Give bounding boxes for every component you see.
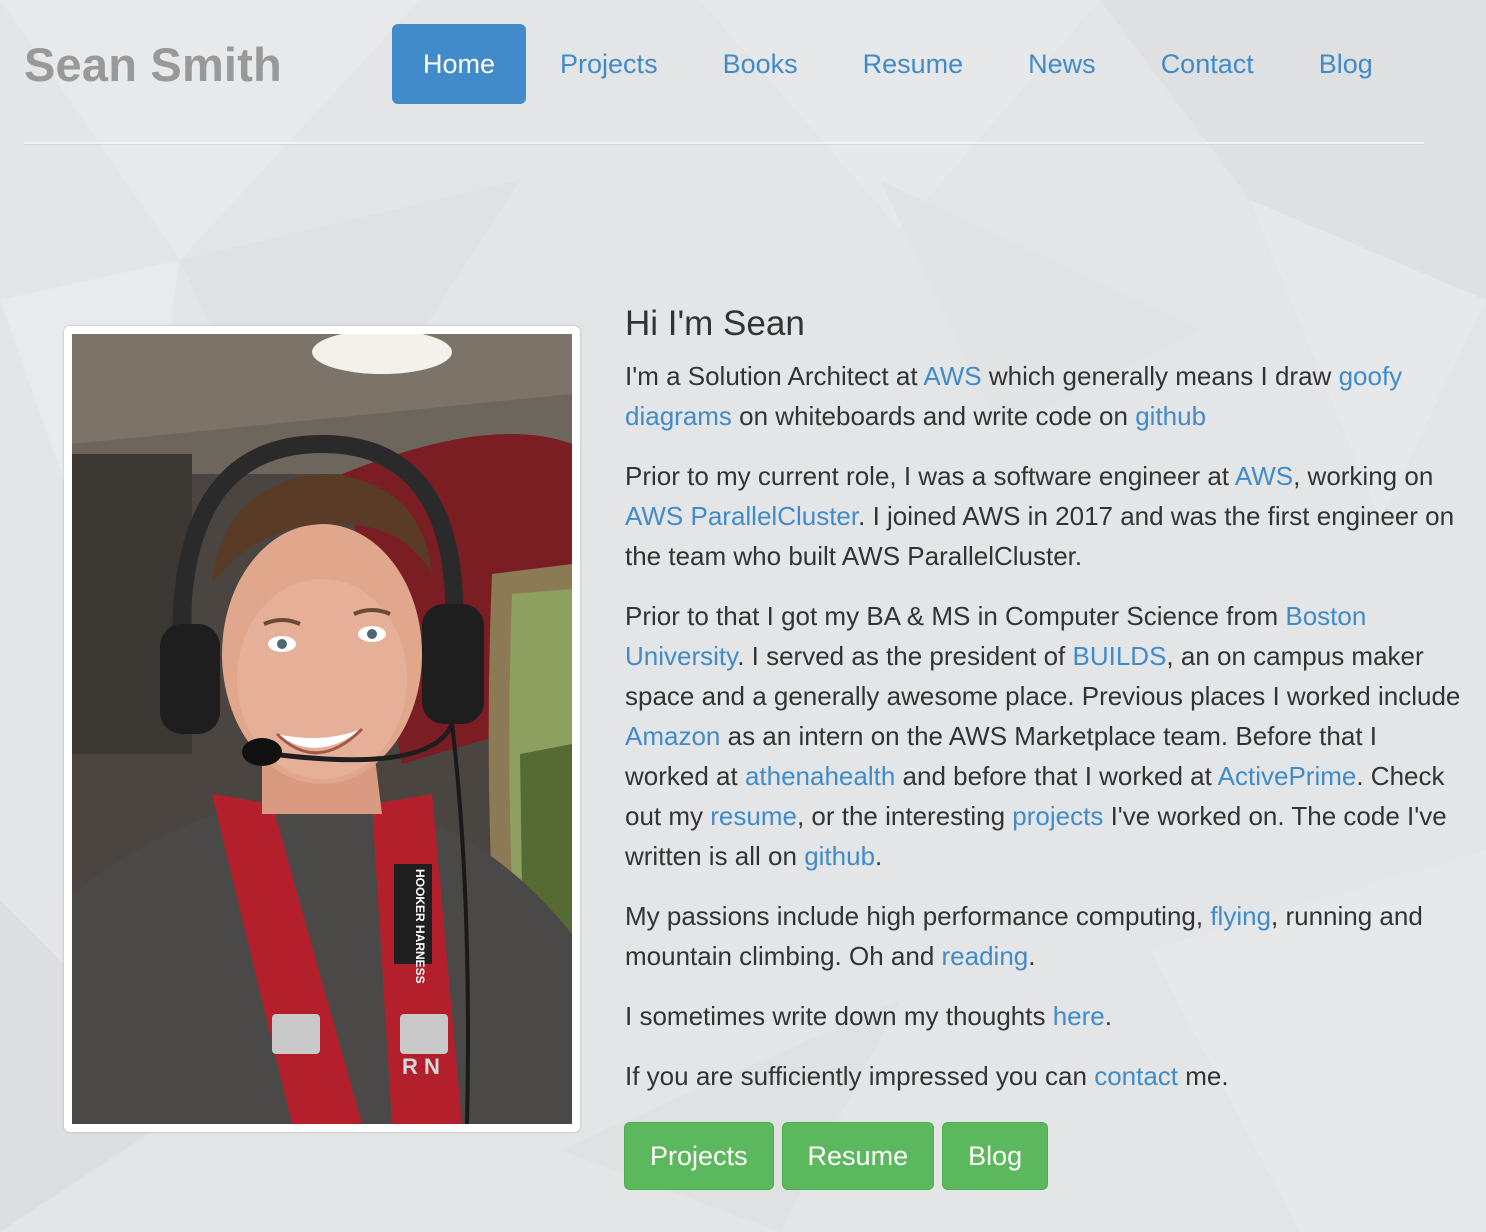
text: on whiteboards and write code on xyxy=(731,401,1136,431)
intro-paragraph-previous-role: Prior to my current role, I was a softwa… xyxy=(625,456,1465,576)
link-resume[interactable]: resume xyxy=(710,801,797,831)
link-github[interactable]: github xyxy=(1135,401,1206,431)
text: . I served as the president of xyxy=(737,641,1073,671)
text: . xyxy=(875,841,883,871)
nav-projects[interactable]: Projects xyxy=(529,24,689,104)
text: Prior to my current role, I was a softwa… xyxy=(625,461,1235,491)
text: . xyxy=(1028,941,1036,971)
intro-heading: Hi I'm Sean xyxy=(625,304,805,343)
text: and before that I worked at xyxy=(895,761,1218,791)
link-flying[interactable]: flying xyxy=(1210,901,1271,931)
link-here[interactable]: here xyxy=(1053,1001,1105,1031)
harness-label: HOOKER HARNESS xyxy=(413,869,427,984)
link-athenahealth[interactable]: athenahealth xyxy=(745,761,895,791)
text: , or the interesting xyxy=(796,801,1013,831)
intro-section: Hi I'm Sean I'm a Solution Architect at … xyxy=(625,302,1465,1116)
text: . xyxy=(1104,1001,1112,1031)
blog-button[interactable]: Blog xyxy=(942,1122,1049,1190)
intro-paragraph-thoughts: I sometimes write down my thoughts here. xyxy=(625,996,1465,1036)
profile-photo-frame: HOOKER HARNESS R N xyxy=(64,326,580,1132)
text: My passions include high performance com… xyxy=(625,901,1211,931)
projects-button[interactable]: Projects xyxy=(624,1122,774,1190)
link-activeprime[interactable]: ActivePrime xyxy=(1218,761,1357,791)
nav-news[interactable]: News xyxy=(997,24,1127,104)
intro-paragraph-education: Prior to that I got my BA & MS in Comput… xyxy=(625,596,1465,876)
header-divider xyxy=(24,142,1424,145)
nav-home[interactable]: Home xyxy=(392,24,527,104)
intro-paragraph-passions: My passions include high performance com… xyxy=(625,896,1465,976)
main-nav: Home Projects Books Resume News Contact … xyxy=(392,24,1407,104)
action-buttons: Projects Resume Blog xyxy=(624,1122,1049,1190)
text: I'm a Solution Architect at xyxy=(625,361,924,391)
link-builds[interactable]: BUILDS xyxy=(1073,641,1167,671)
text: which generally means I draw xyxy=(981,361,1339,391)
nav-resume[interactable]: Resume xyxy=(832,24,995,104)
text: I sometimes write down my thoughts xyxy=(625,1001,1053,1031)
link-aws[interactable]: AWS xyxy=(1235,461,1293,491)
text: me. xyxy=(1178,1061,1229,1091)
intro-paragraph-contact: If you are sufficiently impressed you ca… xyxy=(625,1056,1465,1096)
shirt-lettering: R N xyxy=(402,1054,440,1079)
link-aws[interactable]: AWS xyxy=(923,361,981,391)
link-aws-parallelcluster[interactable]: AWS ParallelCluster xyxy=(625,501,858,531)
resume-button[interactable]: Resume xyxy=(781,1122,935,1190)
intro-paragraph-role: I'm a Solution Architect at AWS which ge… xyxy=(625,356,1465,436)
page: Sean Smith Home Projects Books Resume Ne… xyxy=(0,0,1486,1232)
profile-photo: HOOKER HARNESS R N xyxy=(72,334,572,1124)
link-reading[interactable]: reading xyxy=(942,941,1029,971)
link-contact[interactable]: contact xyxy=(1094,1061,1178,1091)
text: , working on xyxy=(1293,461,1434,491)
nav-contact[interactable]: Contact xyxy=(1130,24,1285,104)
text: If you are sufficiently impressed you ca… xyxy=(625,1061,1095,1091)
nav-books[interactable]: Books xyxy=(692,24,829,104)
text: Prior to that I got my BA & MS in Comput… xyxy=(625,601,1286,631)
nav-blog[interactable]: Blog xyxy=(1288,24,1404,104)
link-amazon[interactable]: Amazon xyxy=(625,721,720,751)
site-title[interactable]: Sean Smith xyxy=(24,38,282,92)
link-github[interactable]: github xyxy=(804,841,875,871)
link-projects[interactable]: projects xyxy=(1012,801,1103,831)
